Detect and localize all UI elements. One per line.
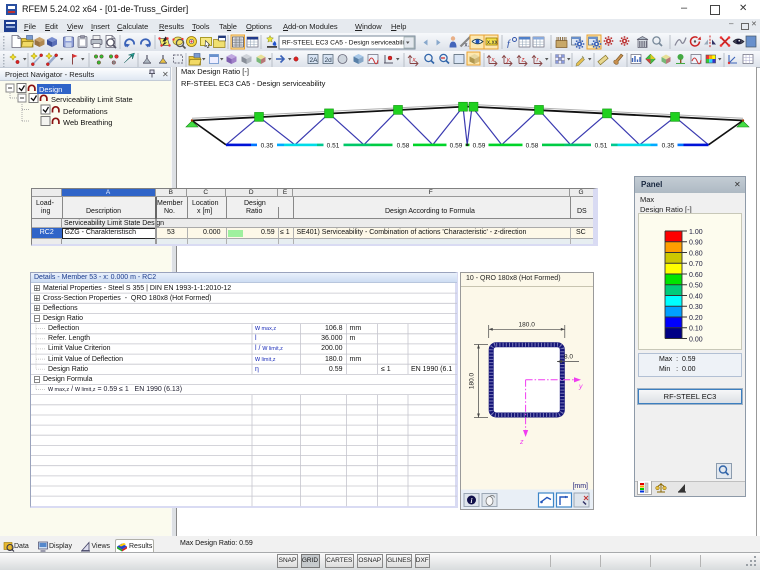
svg-text:0.00: 0.00: [689, 336, 703, 343]
svg-text:0.90: 0.90: [689, 240, 703, 247]
svg-text:0.20: 0.20: [689, 315, 703, 322]
svg-text:180.0: 180.0: [469, 372, 476, 389]
svg-text:0.40: 0.40: [689, 293, 703, 300]
svg-text:0.70: 0.70: [689, 261, 703, 268]
svg-text:0.80: 0.80: [689, 250, 703, 257]
svg-text:0.10: 0.10: [689, 326, 703, 333]
svg-text:0.60: 0.60: [689, 272, 703, 279]
svg-text:[mm]: [mm]: [572, 483, 588, 490]
svg-text:180.0: 180.0: [519, 321, 536, 328]
svg-text:y: y: [578, 383, 583, 390]
svg-text:0.30: 0.30: [689, 304, 703, 311]
svg-text:0.50: 0.50: [689, 283, 703, 290]
svg-text:i: i: [471, 497, 473, 505]
svg-text:1.00: 1.00: [689, 229, 703, 236]
svg-text:z: z: [519, 439, 524, 446]
svg-text:8.0: 8.0: [564, 353, 573, 360]
